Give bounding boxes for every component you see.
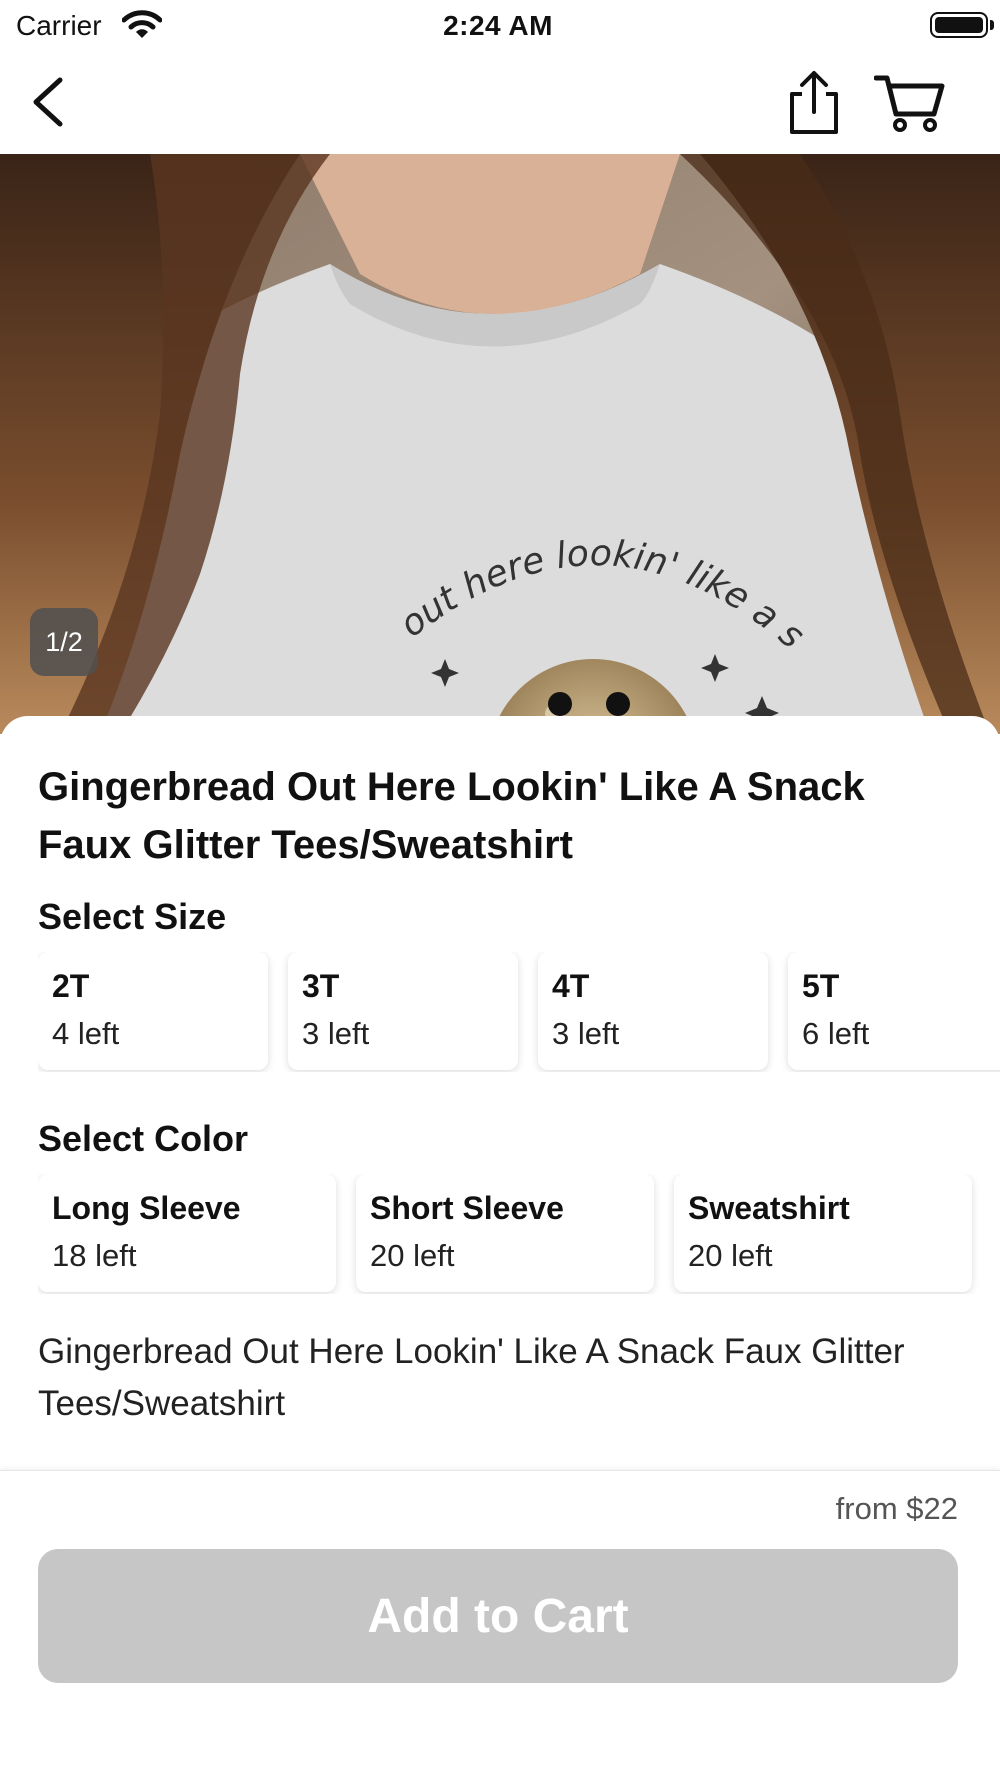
select-size-label: Select Size	[38, 896, 227, 937]
cart-button[interactable]	[873, 72, 946, 134]
battery-icon	[930, 12, 988, 38]
color-options: Long Sleeve 18 left Short Sleeve 20 left…	[38, 1174, 1000, 1294]
cart-icon	[873, 75, 945, 132]
size-option-3t[interactable]: 3T 3 left	[288, 952, 518, 1070]
size-name: 5T	[802, 968, 840, 1004]
price-label: from $22	[835, 1491, 958, 1526]
size-options: 2T 4 left 3T 3 left 4T 3 left 5T 6 left	[38, 952, 1000, 1072]
size-stock: 3 left	[552, 1016, 620, 1051]
product-title: Gingerbread Out Here Lookin' Like A Snac…	[38, 765, 865, 867]
color-option-long-sleeve[interactable]: Long Sleeve 18 left	[38, 1174, 336, 1292]
share-icon	[790, 71, 838, 134]
size-name: 3T	[302, 968, 340, 1004]
color-option-sweatshirt[interactable]: Sweatshirt 20 left	[674, 1174, 972, 1292]
image-page-indicator: 1/2	[30, 608, 98, 676]
product-details-sheet: Gingerbread Out Here Lookin' Like A Snac…	[0, 716, 1000, 1476]
product-description: Gingerbread Out Here Lookin' Like A Snac…	[38, 1332, 905, 1423]
color-name: Sweatshirt	[688, 1190, 850, 1226]
size-stock: 6 left	[802, 1016, 870, 1051]
color-name: Long Sleeve	[52, 1190, 241, 1226]
back-chevron-icon	[33, 77, 63, 127]
share-button[interactable]	[784, 68, 844, 138]
select-color-label: Select Color	[38, 1118, 249, 1159]
size-name: 4T	[552, 968, 590, 1004]
color-stock: 20 left	[688, 1238, 773, 1273]
color-stock: 20 left	[370, 1238, 455, 1273]
size-option-5t[interactable]: 5T 6 left	[788, 952, 1000, 1070]
color-name: Short Sleeve	[370, 1190, 564, 1226]
size-option-4t[interactable]: 4T 3 left	[538, 952, 768, 1070]
color-option-short-sleeve[interactable]: Short Sleeve 20 left	[356, 1174, 654, 1292]
product-image-carousel[interactable]: out here lookin' like a snack 1/2	[0, 154, 1000, 734]
add-to-cart-button[interactable]: Add to Cart	[38, 1549, 958, 1683]
purchase-footer: from $22 Add to Cart	[0, 1470, 1000, 1778]
product-photo: out here lookin' like a snack	[0, 154, 1000, 734]
color-stock: 18 left	[52, 1238, 137, 1273]
size-stock: 4 left	[52, 1016, 120, 1051]
nav-bar	[0, 52, 1000, 154]
size-stock: 3 left	[302, 1016, 370, 1051]
back-button[interactable]	[24, 74, 80, 130]
size-option-2t[interactable]: 2T 4 left	[38, 952, 268, 1070]
size-name: 2T	[52, 968, 90, 1004]
battery-tip	[990, 20, 994, 30]
status-bar: Carrier 2:24 AM	[0, 0, 1000, 52]
status-time: 2:24 AM	[443, 10, 553, 41]
